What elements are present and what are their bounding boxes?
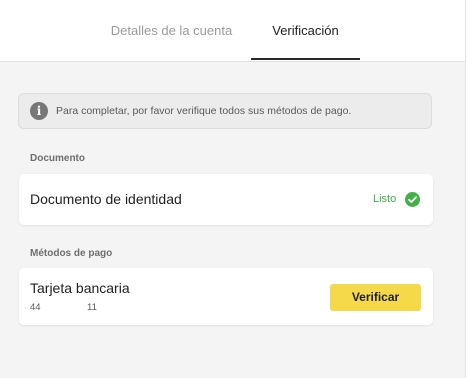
identity-document-card[interactable]: Documento de identidad Listo (19, 174, 433, 225)
document-section-label: Documento (30, 153, 85, 164)
notice-text: Para completar, por favor verifique todo… (56, 105, 352, 117)
verification-page: Detalles de la cuenta Verificación i Par… (0, 0, 466, 378)
verify-button[interactable]: Verificar (330, 284, 421, 311)
card-number-end: 11 (87, 302, 97, 313)
payment-methods-section-label: Métodos de pago (30, 248, 113, 259)
tab-verification[interactable]: Verificación (251, 0, 360, 61)
active-tab-indicator (251, 58, 360, 60)
payment-method-title: Tarjeta bancaria (30, 280, 130, 296)
card-number-start: 44 (30, 302, 41, 313)
tab-account-details[interactable]: Detalles de la cuenta (94, 0, 249, 61)
status-badge: Listo (373, 193, 397, 205)
document-title: Documento de identidad (30, 191, 182, 207)
info-icon: i (30, 102, 48, 120)
check-circle-icon (405, 192, 420, 207)
tab-bar: Detalles de la cuenta Verificación (0, 0, 465, 62)
bank-card-item: Tarjeta bancaria 44 11 Verificar (19, 268, 433, 325)
info-notice: i Para completar, por favor verifique to… (18, 93, 432, 129)
